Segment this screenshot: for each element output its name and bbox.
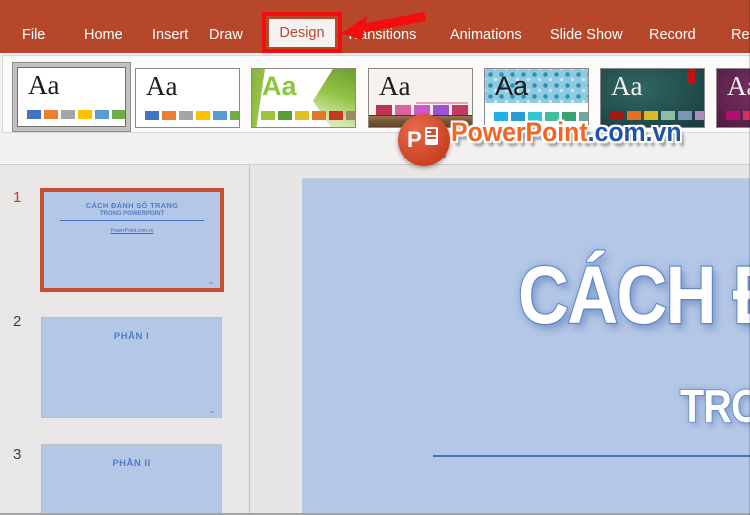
theme-color-swatch: [329, 111, 343, 120]
theme-color-swatch: [295, 111, 309, 120]
theme-color-swatch: [179, 111, 193, 120]
theme-color-swatch: [695, 111, 704, 120]
theme-sample-text: Aa: [495, 71, 529, 101]
workspace: 1 CÁCH ĐÁNH SỐ TRANG TRONG POWERPOINT Power…: [0, 165, 750, 515]
theme-color-swatch: [213, 111, 227, 120]
theme-color-swatch: [528, 112, 542, 121]
theme-color-swatch: [230, 111, 239, 120]
theme-color-swatch: [545, 112, 559, 121]
theme-color-swatch: [644, 111, 658, 120]
theme-color-swatch: [78, 110, 92, 119]
slide-thumbnail-3[interactable]: PHẦN II: [41, 444, 222, 515]
tab-design[interactable]: Design: [269, 19, 335, 47]
thumb-title-text: CÁCH ĐÁNH SỐ TRANG: [85, 201, 179, 210]
theme-office-selected[interactable]: Aa: [17, 67, 126, 127]
theme-color-swatches: [376, 105, 468, 115]
theme-color-swatch: [44, 110, 58, 119]
tab-draw[interactable]: Draw: [209, 27, 243, 43]
slide-divider-line: [433, 455, 750, 457]
theme-color-swatch: [312, 111, 326, 120]
theme-ion-boardroom[interactable]: Aa: [716, 68, 750, 128]
thumb-heading-text: PHẦN I: [113, 331, 150, 342]
theme-sample-text: Aa: [262, 71, 297, 101]
theme-sample-text: Aa: [727, 71, 750, 101]
theme-sample-text: Aa: [611, 71, 643, 101]
ribbon-themes-group: Aa Aa Aa Aa Aa Aa Aa Themes: [0, 53, 750, 165]
theme-color-swatch: [278, 111, 292, 120]
thumb-pagenum-placeholder: [209, 282, 213, 284]
gallery-wood-strip: [369, 115, 472, 127]
theme-color-swatch: [661, 111, 675, 120]
slide-number-2: 2: [13, 313, 22, 330]
slide-title-text[interactable]: CÁCH ĐÁNH SỐ TRANG: [517, 249, 750, 343]
theme-color-swatches: [145, 111, 239, 120]
tab-file[interactable]: File: [22, 27, 45, 43]
tab-animations[interactable]: Animations: [450, 27, 522, 43]
theme-color-swatches: [610, 111, 704, 120]
tab-home[interactable]: Home: [84, 27, 123, 43]
theme-color-swatch: [678, 111, 692, 120]
theme-color-swatch: [27, 110, 41, 119]
theme-color-swatch: [145, 111, 159, 120]
selected-theme-frame[interactable]: Aa: [12, 62, 131, 132]
theme-sample-text: Aa: [28, 70, 60, 100]
theme-color-swatch: [112, 110, 125, 119]
theme-color-swatch: [511, 112, 525, 121]
theme-color-swatch: [61, 110, 75, 119]
theme-color-swatch: [395, 105, 411, 115]
slide-thumbnail-1[interactable]: CÁCH ĐÁNH SỐ TRANG TRONG POWERPOINT PowerP…: [40, 188, 224, 292]
theme-color-swatch: [627, 111, 641, 120]
theme-color-swatch: [196, 111, 210, 120]
theme-color-swatch: [610, 111, 624, 120]
thumb-link-text: PowerPoint.com.vn: [110, 228, 154, 234]
theme-color-swatches: [494, 112, 588, 121]
theme-color-swatches: [261, 111, 355, 120]
theme-color-swatch: [494, 112, 508, 121]
tab-review[interactable]: Review: [731, 27, 750, 43]
theme-color-swatch: [414, 105, 430, 115]
theme-sample-text: Aa: [379, 71, 411, 101]
gallery-accent-line: [416, 102, 468, 104]
theme-office[interactable]: Aa: [135, 68, 240, 128]
thumb-pagenum-placeholder: [210, 411, 214, 413]
tab-transitions[interactable]: Transitions: [346, 27, 416, 43]
theme-color-swatch: [162, 111, 176, 120]
theme-color-swatch: [726, 111, 740, 120]
theme-color-swatch: [346, 111, 355, 120]
thumb-heading-text: PHẦN II: [112, 458, 151, 469]
slides-panel: 1 CÁCH ĐÁNH SỐ TRANG TRONG POWERPOINT Power…: [0, 165, 250, 515]
theme-color-swatch: [261, 111, 275, 120]
tab-slide-show[interactable]: Slide Show: [550, 27, 623, 43]
thumb-subtitle-text: TRONG POWERPOINT: [99, 211, 165, 217]
slide-editor: CÁCH ĐÁNH SỐ TRANG TRONG POWERPOINT: [251, 165, 750, 515]
theme-color-swatch: [95, 110, 109, 119]
theme-sample-text: Aa: [146, 71, 178, 101]
slide-subtitle-text[interactable]: TRONG POWERPOINT: [679, 379, 750, 433]
ion-red-tab: [687, 69, 695, 84]
theme-gallery[interactable]: Aa: [368, 68, 473, 128]
tab-record[interactable]: Record: [649, 27, 696, 43]
themes-group-label: Themes: [401, 147, 447, 161]
theme-color-swatch: [433, 105, 449, 115]
slide-number-3: 3: [13, 446, 22, 463]
theme-facet[interactable]: Aa: [251, 68, 356, 128]
powerpoint-window: File Home Insert Draw Design Transitions Anima…: [0, 0, 750, 515]
theme-color-swatches: [27, 110, 125, 119]
theme-ion[interactable]: Aa: [600, 68, 705, 128]
tab-insert[interactable]: Insert: [152, 27, 188, 43]
slide-number-1: 1: [13, 189, 22, 206]
themes-gallery: Aa Aa Aa Aa Aa Aa Aa: [2, 55, 750, 133]
theme-integral[interactable]: Aa: [484, 68, 589, 128]
theme-color-swatch: [562, 112, 576, 121]
theme-color-swatch: [376, 105, 392, 115]
theme-color-swatches: [726, 111, 750, 120]
ribbon-tab-bar: File Home Insert Draw Design Transitions Anima…: [0, 0, 750, 53]
theme-color-swatch: [452, 105, 468, 115]
main-slide-canvas[interactable]: CÁCH ĐÁNH SỐ TRANG TRONG POWERPOINT: [302, 178, 750, 515]
thumb-divider-line: [59, 220, 205, 221]
slide-thumbnail-2[interactable]: PHẦN I: [41, 317, 222, 418]
theme-color-swatch: [579, 112, 588, 121]
